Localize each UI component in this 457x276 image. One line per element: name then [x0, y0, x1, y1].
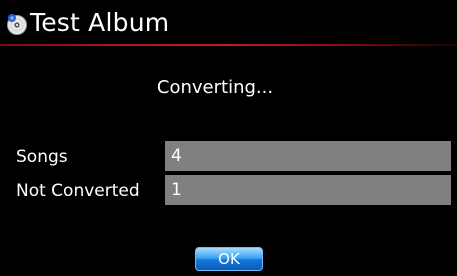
album-disc-icon [6, 13, 28, 35]
title-divider [0, 44, 457, 46]
songs-count-field: 4 [165, 141, 451, 171]
not-converted-label: Not Converted [16, 181, 140, 201]
songs-label: Songs [16, 147, 68, 167]
convert-dialog-screen: Test Album Converting... Songs 4 Not Con… [0, 0, 457, 276]
conversion-status: Converting... [156, 77, 274, 98]
ok-button[interactable]: OK [195, 247, 263, 271]
album-title: Test Album [30, 8, 170, 37]
title-bar: Test Album [0, 0, 457, 44]
not-converted-count-field: 1 [165, 175, 451, 205]
